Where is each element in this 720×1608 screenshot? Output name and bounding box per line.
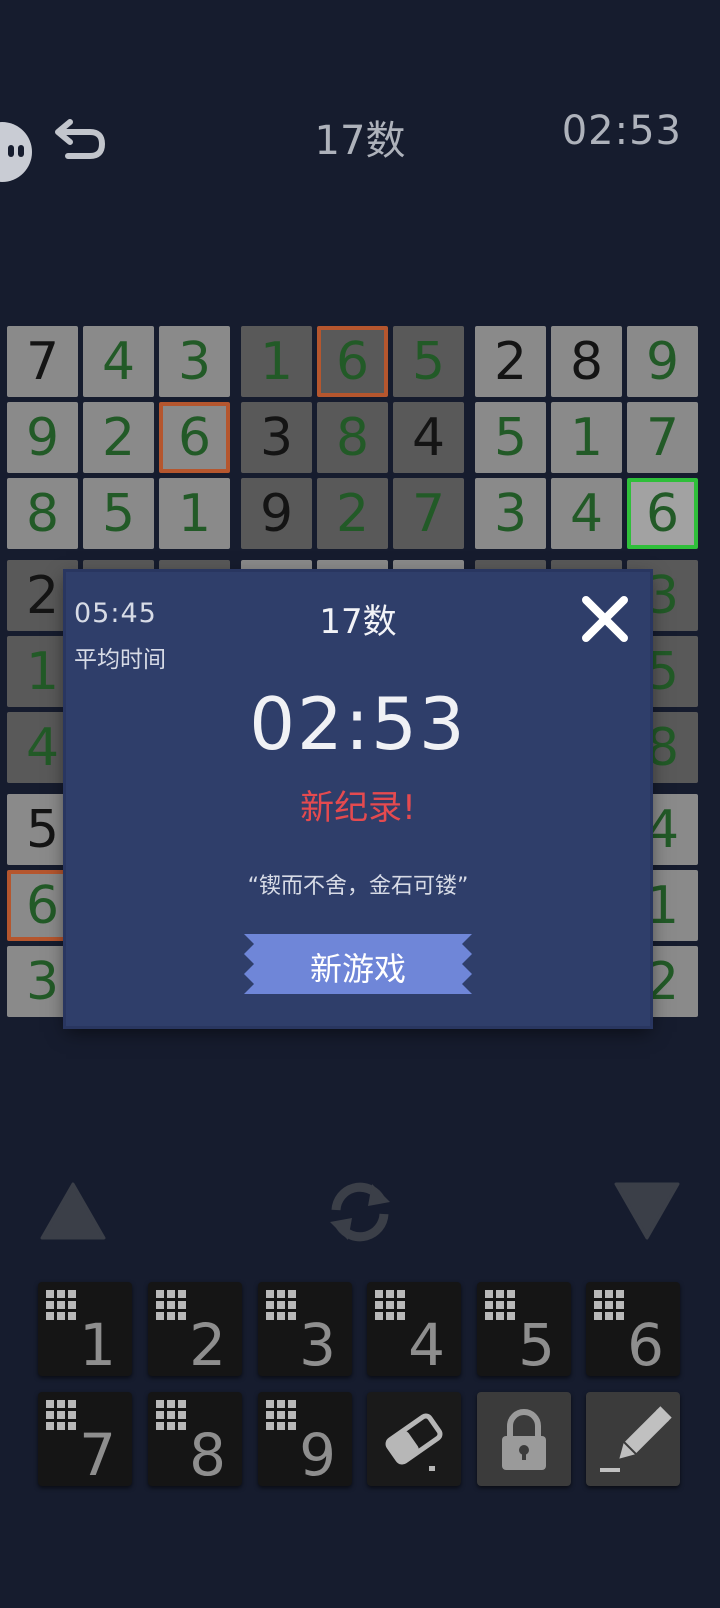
sudoku-cell[interactable]: 4 bbox=[393, 402, 464, 473]
close-icon[interactable] bbox=[578, 592, 632, 646]
new-record-label: 新纪录! bbox=[300, 788, 416, 828]
sudoku-cell[interactable]: 2 bbox=[475, 326, 546, 397]
number-key-label: 3 bbox=[299, 1311, 336, 1379]
notes-grid-icon bbox=[46, 1290, 76, 1320]
sudoku-cell[interactable]: 4 bbox=[83, 326, 154, 397]
notes-grid-icon bbox=[266, 1400, 296, 1430]
number-key-label: 8 bbox=[189, 1421, 226, 1489]
lock-icon bbox=[502, 1409, 546, 1470]
sudoku-cell[interactable]: 4 bbox=[551, 478, 622, 549]
sudoku-cell[interactable]: 2 bbox=[317, 478, 388, 549]
sudoku-cell[interactable]: 7 bbox=[7, 326, 78, 397]
sudoku-cell[interactable]: 2 bbox=[83, 402, 154, 473]
sudoku-cell[interactable]: 3 bbox=[241, 402, 312, 473]
number-key-5[interactable]: 5 bbox=[477, 1282, 571, 1376]
number-key-label: 6 bbox=[627, 1311, 664, 1379]
number-key-8[interactable]: 8 bbox=[148, 1392, 242, 1486]
notes-grid-icon bbox=[485, 1290, 515, 1320]
number-key-label: 4 bbox=[408, 1311, 445, 1379]
notes-grid-icon bbox=[156, 1290, 186, 1320]
new-game-button[interactable]: 新游戏 bbox=[244, 934, 472, 994]
notes-grid-icon bbox=[375, 1290, 405, 1320]
number-key-1[interactable]: 1 bbox=[38, 1282, 132, 1376]
sudoku-cell[interactable]: 6 bbox=[159, 402, 230, 473]
sudoku-cell[interactable]: 3 bbox=[475, 478, 546, 549]
new-game-button-label: 新游戏 bbox=[309, 950, 406, 988]
sudoku-cell[interactable]: 8 bbox=[7, 478, 78, 549]
sudoku-cell[interactable]: 7 bbox=[627, 402, 698, 473]
eraser-icon bbox=[385, 1413, 443, 1471]
sudoku-cell[interactable]: 5 bbox=[475, 402, 546, 473]
triangle-up-icon[interactable] bbox=[40, 1182, 106, 1244]
pencil-button[interactable] bbox=[586, 1392, 680, 1486]
sudoku-cell[interactable]: 1 bbox=[159, 478, 230, 549]
number-key-label: 2 bbox=[189, 1311, 226, 1379]
dialog-title: 17数 bbox=[319, 602, 397, 642]
number-key-7[interactable]: 7 bbox=[38, 1392, 132, 1486]
number-key-6[interactable]: 6 bbox=[586, 1282, 680, 1376]
sudoku-cell[interactable]: 6 bbox=[317, 326, 388, 397]
eraser-button[interactable] bbox=[367, 1392, 461, 1486]
sudoku-cell[interactable]: 5 bbox=[83, 478, 154, 549]
triangle-down-icon[interactable] bbox=[614, 1182, 680, 1244]
number-key-label: 5 bbox=[518, 1311, 555, 1379]
number-key-label: 9 bbox=[299, 1421, 336, 1489]
game-timer: 02:53 bbox=[561, 108, 682, 154]
number-key-3[interactable]: 3 bbox=[258, 1282, 352, 1376]
motto-quote: “锲而不舍，金石可镂” bbox=[247, 874, 469, 899]
sudoku-cell[interactable]: 9 bbox=[241, 478, 312, 549]
sudoku-cell[interactable]: 6 bbox=[627, 478, 698, 549]
average-time-label: 平均时间 bbox=[74, 647, 166, 673]
notes-grid-icon bbox=[46, 1400, 76, 1430]
notes-grid-icon bbox=[594, 1290, 624, 1320]
lock-button[interactable] bbox=[477, 1392, 571, 1486]
notes-grid-icon bbox=[156, 1400, 186, 1430]
sudoku-cell[interactable]: 9 bbox=[7, 402, 78, 473]
completion-dialog: 05:45 平均时间 17数 02:53 新纪录! “锲而不舍，金石可镂” 新游… bbox=[66, 572, 650, 1026]
pencil-icon bbox=[600, 1406, 672, 1472]
completion-time: 02:53 bbox=[249, 682, 467, 766]
sudoku-cell[interactable]: 1 bbox=[241, 326, 312, 397]
number-key-label: 1 bbox=[79, 1311, 116, 1379]
sudoku-cell[interactable]: 1 bbox=[551, 402, 622, 473]
number-key-4[interactable]: 4 bbox=[367, 1282, 461, 1376]
sudoku-cell[interactable]: 5 bbox=[393, 326, 464, 397]
number-key-2[interactable]: 2 bbox=[148, 1282, 242, 1376]
sudoku-cell[interactable]: 8 bbox=[317, 402, 388, 473]
sudoku-cell[interactable]: 9 bbox=[627, 326, 698, 397]
number-key-label: 7 bbox=[79, 1421, 116, 1489]
refresh-icon[interactable] bbox=[324, 1180, 396, 1248]
number-key-9[interactable]: 9 bbox=[258, 1392, 352, 1486]
sudoku-cell[interactable]: 7 bbox=[393, 478, 464, 549]
notes-grid-icon bbox=[266, 1290, 296, 1320]
sudoku-cell[interactable]: 3 bbox=[159, 326, 230, 397]
sudoku-cell[interactable]: 8 bbox=[551, 326, 622, 397]
